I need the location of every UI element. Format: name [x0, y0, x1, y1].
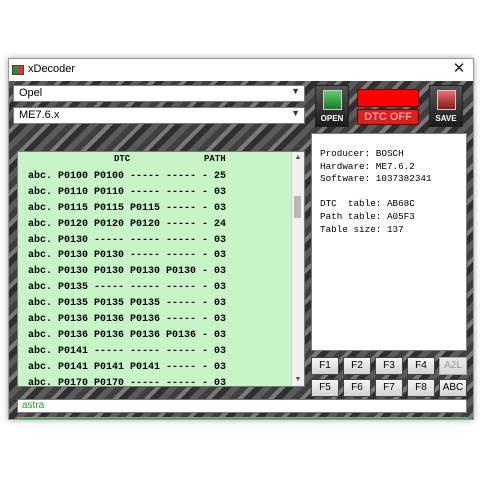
close-icon[interactable]: ✕	[451, 61, 467, 77]
dtc-list[interactable]: DTC PATH abc. P0100 P0100 ----- ----- - …	[17, 151, 305, 387]
abc-button[interactable]: ABC	[439, 379, 467, 397]
ecu-select-value: ME7.6.x	[19, 109, 60, 121]
column-header-path: PATH	[204, 154, 226, 164]
app-icon	[12, 65, 24, 75]
table-size-text: Table size: 137	[320, 223, 404, 235]
path-table-text: Path table: A05F3	[320, 210, 415, 222]
search-input[interactable]: astra	[17, 399, 467, 413]
ecu-select[interactable]: ME7.6.x ▼	[13, 107, 305, 124]
dtc-list-header: DTC PATH	[18, 152, 294, 166]
open-button-label: OPEN	[320, 114, 344, 123]
scroll-down-icon[interactable]: ▼	[292, 374, 304, 386]
scroll-thumb[interactable]	[294, 196, 301, 218]
chevron-down-icon: ▼	[291, 86, 300, 96]
progress-fill	[18, 418, 466, 419]
scroll-up-icon[interactable]: ▲	[292, 152, 304, 164]
dtc-row[interactable]: abc. P0135 ----- ----- ----- - 03	[18, 280, 294, 296]
f5-button[interactable]: F5	[311, 379, 339, 397]
producer-text: Producer: BOSCH	[320, 148, 404, 159]
status-indicator	[357, 89, 419, 107]
dtc-row[interactable]: abc. P0100 P0100 ----- ----- - 25	[18, 169, 294, 185]
f7-button[interactable]: F7	[375, 379, 403, 397]
open-button[interactable]: OPEN	[315, 85, 349, 127]
dtc-row[interactable]: abc. P0130 P0130 P0130 P0130 - 03	[18, 264, 294, 280]
f1-button[interactable]: F1	[311, 357, 339, 375]
a2l-button[interactable]: A2L	[439, 357, 467, 375]
make-select-value: Opel	[19, 87, 43, 99]
main-panel: Opel ▼ ME7.6.x ▼ OPEN DTC OFF SAVE DTC P…	[9, 81, 473, 419]
f8-button[interactable]: F8	[407, 379, 435, 397]
progress-bar	[17, 417, 467, 419]
dtc-row[interactable]: abc. P0135 P0135 P0135 ----- - 03	[18, 296, 294, 312]
dtc-row[interactable]: abc. P0110 P0110 ----- ----- - 03	[18, 185, 294, 201]
save-icon	[437, 90, 456, 110]
save-button-label: SAVE	[435, 114, 457, 123]
dtc-row[interactable]: abc. P0141 P0141 P0141 ----- - 03	[18, 360, 294, 376]
dtc-row[interactable]: abc. P0141 ----- ----- ----- - 03	[18, 344, 294, 360]
window-title: xDecoder	[28, 63, 76, 75]
dtc-off-button[interactable]: DTC OFF	[357, 109, 419, 125]
save-button[interactable]: SAVE	[429, 85, 463, 127]
f6-button[interactable]: F6	[343, 379, 371, 397]
dtc-row[interactable]: abc. P0170 P0170 ----- ----- - 03	[18, 376, 294, 386]
ecu-info-panel: Producer: BOSCH Hardware: ME7.6.2 Softwa…	[311, 133, 467, 351]
chevron-down-icon: ▼	[291, 108, 300, 118]
dtc-list-scrollbar[interactable]: ▲ ▼	[291, 152, 304, 386]
make-select[interactable]: Opel ▼	[13, 85, 305, 102]
dtc-row[interactable]: abc. P0130 ----- ----- ----- - 03	[18, 233, 294, 249]
f2-button[interactable]: F2	[343, 357, 371, 375]
dtc-row[interactable]: abc. P0136 P0136 P0136 ----- - 03	[18, 312, 294, 328]
dtc-row[interactable]: abc. P0136 P0136 P0136 P0136 - 03	[18, 328, 294, 344]
f4-button[interactable]: F4	[407, 357, 435, 375]
f3-button[interactable]: F3	[375, 357, 403, 375]
xdecoder-window: xDecoder ✕ Opel ▼ ME7.6.x ▼ OPEN DTC OFF…	[8, 58, 474, 420]
dtc-row[interactable]: abc. P0130 P0130 ----- ----- - 03	[18, 248, 294, 264]
dtc-row[interactable]: abc. P0120 P0120 P0120 ----- - 24	[18, 217, 294, 233]
dtc-rows: abc. P0100 P0100 ----- ----- - 25 abc. P0…	[18, 169, 294, 386]
dtc-table-text: DTC table: AB68C	[320, 198, 415, 210]
hardware-text: Hardware: ME7.6.2	[320, 160, 415, 172]
open-icon	[323, 90, 342, 110]
column-header-dtc: DTC	[114, 154, 131, 164]
software-text: Software: 1037382341	[320, 173, 432, 185]
dtc-row[interactable]: abc. P0115 P0115 P0115 ----- - 03	[18, 201, 294, 217]
title-bar: xDecoder ✕	[9, 59, 473, 82]
